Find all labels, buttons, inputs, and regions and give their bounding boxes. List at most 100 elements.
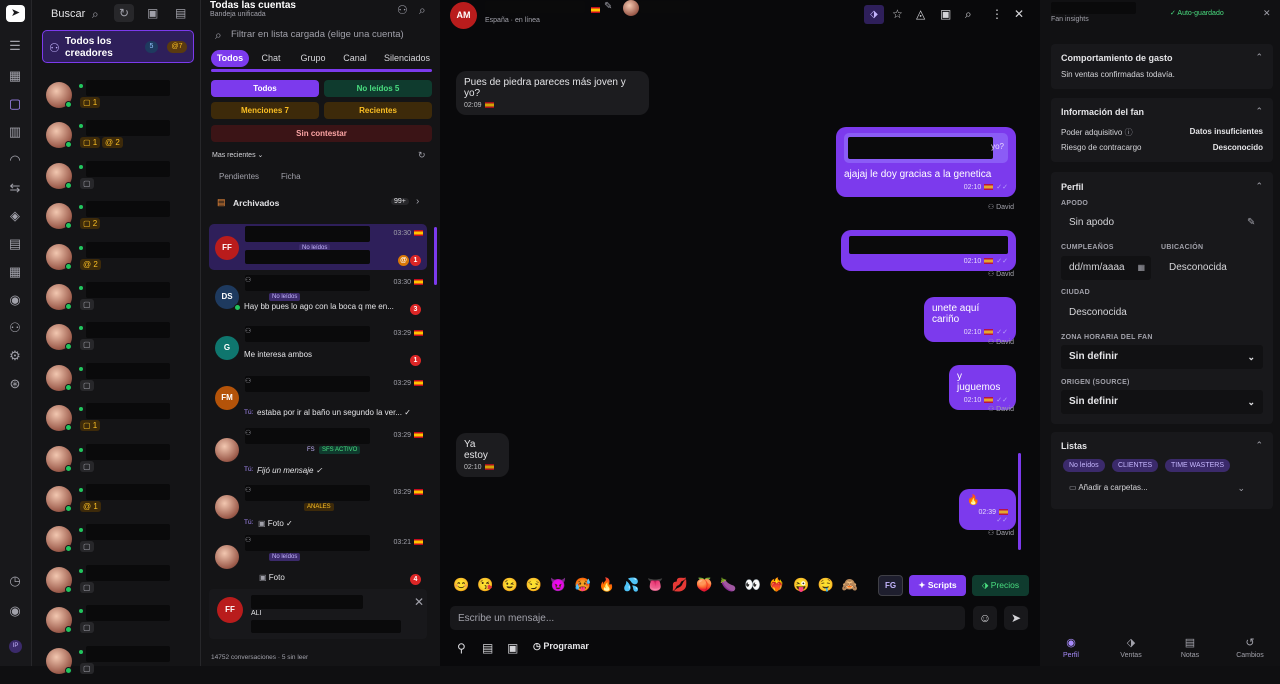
list-scrollbar[interactable] xyxy=(434,227,437,285)
creator-row[interactable]: ▢ xyxy=(44,322,194,360)
pending-tab[interactable]: Pendientes xyxy=(219,172,259,181)
creator-row[interactable]: ▢ xyxy=(44,605,194,643)
chevron-up-icon[interactable]: ⌃ xyxy=(1255,106,1263,117)
creator-avatar[interactable] xyxy=(623,0,639,16)
message-bubble[interactable]: yo? ajajaj le doy gracias a la genetica 02… xyxy=(836,127,1016,197)
tabs-scrollbar[interactable] xyxy=(211,69,432,72)
shapes-icon[interactable]: ◈ xyxy=(7,208,23,224)
prices-button[interactable]: ⬗ Precios xyxy=(972,575,1029,596)
timezone-select[interactable]: Sin definir ⌄ xyxy=(1061,345,1263,369)
conversation-item[interactable]: G ⚇ 03:29 Me interesa ambos 1 xyxy=(209,324,427,372)
emoji-button[interactable]: 💋 xyxy=(672,577,688,593)
emoji-button[interactable]: 👀 xyxy=(745,577,761,593)
users-icon[interactable]: ⚇ xyxy=(7,320,23,336)
message-bubble[interactable]: 🔥 02:39✓✓ xyxy=(959,489,1016,530)
tab-canal[interactable]: Canal xyxy=(337,50,373,67)
all-creators-button[interactable]: ⚇ Todos los creadores 5 @7 xyxy=(42,30,194,63)
user-icon[interactable]: ⚇ xyxy=(397,3,408,17)
search-icon[interactable]: ⌕ xyxy=(419,3,426,18)
bell-icon[interactable]: ◬ xyxy=(916,7,925,21)
creator-row[interactable]: ▢ 1 xyxy=(44,403,194,441)
user-circle-icon[interactable]: ◉ xyxy=(7,292,23,308)
folders-select[interactable]: ▭ Añadir a carpetas... ⌄ xyxy=(1061,477,1251,499)
eye-icon[interactable]: ◉ xyxy=(7,603,23,619)
emoji-button[interactable]: 🥵 xyxy=(575,577,591,593)
filter-all-button[interactable]: Todos xyxy=(211,80,319,97)
filter-input[interactable]: Filtrar en lista cargada (elige una cuen… xyxy=(231,29,431,40)
ficha-tab[interactable]: Ficha xyxy=(281,172,301,181)
chevron-up-icon[interactable]: ⌃ xyxy=(1255,181,1263,192)
city-field[interactable]: Desconocida xyxy=(1061,301,1263,325)
tab-perfil[interactable]: ◉ Perfil xyxy=(1046,636,1096,659)
creator-row[interactable]: @ 1 xyxy=(44,484,194,522)
emoji-button[interactable]: 👅 xyxy=(647,577,663,593)
contact-avatar[interactable]: AM xyxy=(450,2,477,29)
emoji-button[interactable]: 🤤 xyxy=(818,577,834,593)
tab-silenciados[interactable]: Silenciados xyxy=(379,50,435,67)
tag-clientes[interactable]: CLIENTES xyxy=(1112,459,1159,472)
menu-icon[interactable]: ☰ xyxy=(7,38,23,54)
emoji-button[interactable]: 😘 xyxy=(477,577,493,593)
creator-row[interactable]: ▢ 2 xyxy=(44,201,194,239)
emoji-button[interactable]: 🍆 xyxy=(720,577,736,593)
creator-row[interactable]: ▢ xyxy=(44,524,194,562)
birthday-input[interactable]: dd/mm/aaaa ▦ xyxy=(1061,256,1151,280)
conversation-item[interactable]: ⚇ 03:29 ANALES Tú: ▣ Foto ✓ xyxy=(209,483,427,531)
filter-unanswered-button[interactable]: Sin contestar xyxy=(211,125,432,142)
star-icon[interactable]: ☆ xyxy=(892,7,903,21)
chevron-up-icon[interactable]: ⌃ xyxy=(1255,440,1263,451)
close-icon[interactable]: ✕ xyxy=(414,595,424,609)
emoji-button[interactable]: 😉 xyxy=(502,577,518,593)
gauge-icon[interactable]: ◠ xyxy=(7,152,23,168)
tag-no-leidos[interactable]: No leídos xyxy=(1063,459,1105,472)
search-label[interactable]: Buscar xyxy=(51,8,85,20)
emoji-picker-icon[interactable]: ☺ xyxy=(973,606,997,630)
origin-select[interactable]: Sin definir ⌄ xyxy=(1061,390,1263,414)
media-icon[interactable]: ▣ xyxy=(507,641,518,655)
emoji-button[interactable]: 💦 xyxy=(623,577,639,593)
tag-time-wasters[interactable]: TIME WASTERS xyxy=(1165,459,1231,472)
clock-icon[interactable]: ◷ xyxy=(7,573,23,589)
creator-row[interactable]: ▢ xyxy=(44,564,194,603)
grid-icon[interactable]: ▦ xyxy=(7,68,23,84)
message-bubble[interactable]: 02:10 ✓✓ xyxy=(841,230,1016,271)
refresh-icon[interactable]: ↻ xyxy=(114,4,134,22)
creator-row[interactable]: ▢ xyxy=(44,282,194,320)
archive-icon[interactable]: ▤ xyxy=(7,236,23,252)
image-icon[interactable]: ▣ xyxy=(147,6,158,20)
conversation-item[interactable]: ⚇ 03:21 No leídos ▣ Foto 4 xyxy=(209,533,427,585)
send-logo[interactable]: ➤ xyxy=(6,5,25,22)
refresh-icon[interactable]: ↻ xyxy=(418,150,426,161)
emoji-button[interactable]: ❤️‍🔥 xyxy=(769,577,785,593)
send-icon[interactable]: ➤ xyxy=(1004,606,1028,630)
calendar-icon[interactable]: ▦ xyxy=(7,264,23,280)
conversation-item[interactable]: FF 03:30 No leídos @1 xyxy=(209,224,427,270)
calendar-icon[interactable]: ▦ xyxy=(1137,256,1145,280)
chat-icon[interactable]: ▢ xyxy=(7,96,23,112)
emoji-button[interactable]: 😈 xyxy=(550,577,566,593)
filter-recent-button[interactable]: Recientes xyxy=(324,102,432,119)
nick-field[interactable]: Sin apodo xyxy=(1061,211,1263,235)
layout-icon[interactable]: ▤ xyxy=(175,6,186,20)
archived-row[interactable]: ▤ Archivados 99+ › xyxy=(211,193,433,213)
conversation-item[interactable]: FM ⚇ 03:29 Tú: estaba por ir al baño un segu… xyxy=(209,374,427,422)
creator-row[interactable]: ▢ xyxy=(44,160,194,199)
message-bubble[interactable]: Ya estoy 02:10 xyxy=(456,433,509,477)
info-icon[interactable]: ⓘ xyxy=(1125,128,1133,137)
emoji-button[interactable]: 🔥 xyxy=(599,577,615,593)
chevron-up-icon[interactable]: ⌃ xyxy=(1255,52,1263,63)
attach-icon[interactable]: ⚲ xyxy=(457,641,466,655)
filter-mentions-button[interactable]: Menciones 7 xyxy=(211,102,319,119)
message-bubble[interactable]: Pues de piedra pareces más joven y yo? 02… xyxy=(456,71,649,115)
search-icon[interactable]: ⌕ xyxy=(92,7,99,22)
tab-chat[interactable]: Chat xyxy=(253,50,289,67)
image-icon[interactable]: ▣ xyxy=(940,7,951,21)
message-bubble[interactable]: y juguemos 02:10 ✓✓ xyxy=(949,365,1016,410)
emoji-button[interactable]: 🙈 xyxy=(842,577,858,593)
creator-row[interactable]: ▢ xyxy=(44,645,194,684)
tag-icon[interactable]: ⬗ xyxy=(864,5,884,24)
avatar[interactable]: IP xyxy=(9,640,22,653)
chat-scrollbar[interactable] xyxy=(1018,453,1021,550)
tab-grupo[interactable]: Grupo xyxy=(293,50,333,67)
creator-row[interactable]: @ 2 xyxy=(44,241,194,280)
